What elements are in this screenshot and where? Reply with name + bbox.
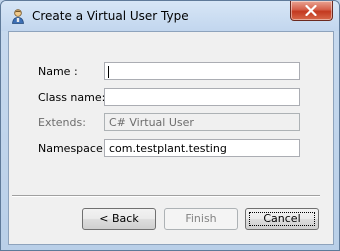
window-title: Create a Virtual User Type: [32, 9, 189, 23]
back-button-label: < Back: [99, 212, 139, 225]
dialog-window: Create a Virtual User Type Name : Class …: [0, 0, 340, 251]
name-input[interactable]: [104, 62, 300, 80]
separator: [12, 195, 320, 197]
close-icon: [305, 5, 317, 16]
extends-label: Extends:: [38, 116, 86, 129]
name-label: Name :: [38, 65, 78, 78]
title-bar: Create a Virtual User Type: [1, 1, 339, 31]
text-caret: [108, 66, 109, 78]
namespace-label: Namespace:: [38, 142, 107, 155]
namespace-value: com.testplant.testing: [109, 142, 227, 155]
class-name-label: Class name:: [38, 91, 106, 104]
extends-value: C# Virtual User: [109, 116, 194, 129]
finish-button-label: Finish: [185, 212, 217, 225]
finish-button: Finish: [164, 208, 238, 230]
virtual-user-icon: [10, 8, 26, 24]
focus-ring: [249, 212, 315, 226]
class-name-input[interactable]: [104, 88, 300, 106]
extends-input: C# Virtual User: [104, 113, 300, 131]
namespace-input[interactable]: com.testplant.testing: [104, 139, 300, 157]
dialog-content: Name : Class name: Extends: C# Virtual U…: [8, 31, 334, 245]
cancel-button[interactable]: Cancel: [245, 208, 319, 230]
back-button[interactable]: < Back: [82, 208, 156, 230]
close-button[interactable]: [290, 1, 333, 21]
